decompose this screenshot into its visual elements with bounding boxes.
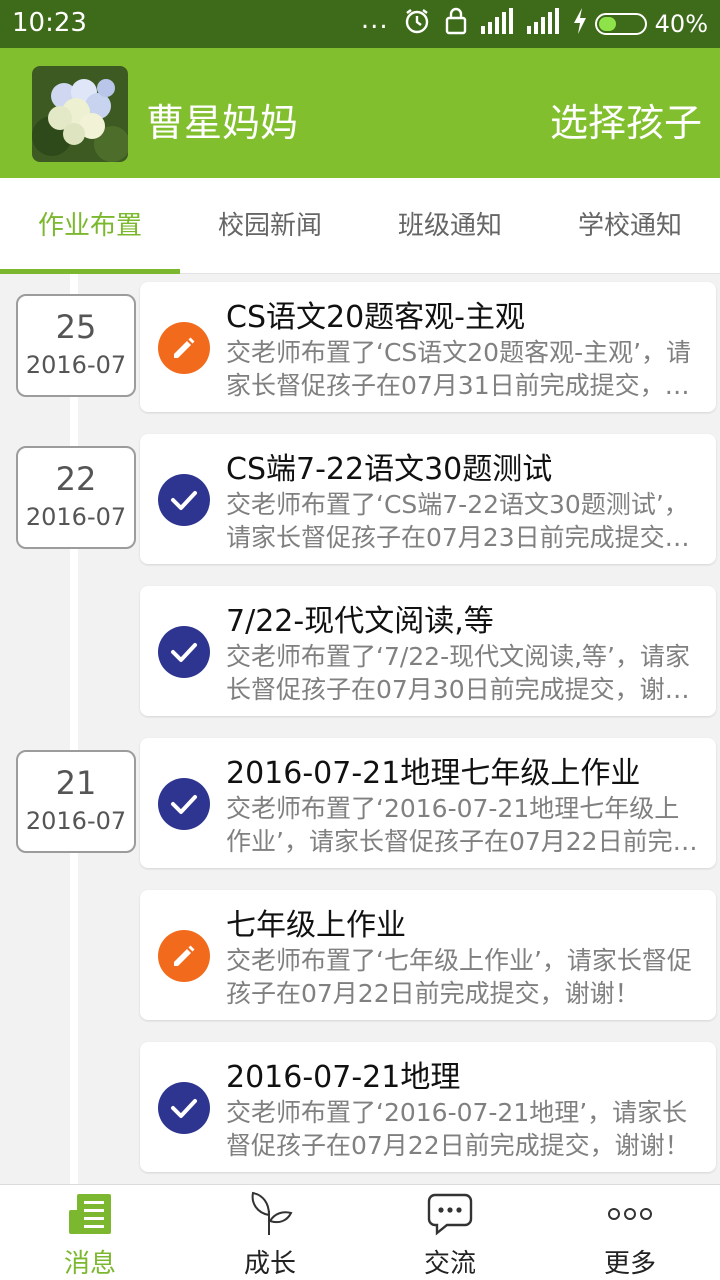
tab-bar: 作业布置 校园新闻 班级通知 学校通知 <box>0 178 720 274</box>
homework-title: 七年级上作业 <box>226 908 406 943</box>
date-day: 25 <box>55 308 97 346</box>
tab-class-notice[interactable]: 班级通知 <box>360 178 540 273</box>
more-dots-icon <box>606 1191 654 1237</box>
homework-title: 7/22-现代文阅读,等 <box>226 604 494 639</box>
avatar[interactable] <box>32 66 128 162</box>
battery-indicator: 40% <box>573 8 708 40</box>
homework-list[interactable]: 25 2016-07 22 2016-07 21 2016-07 CS语文20题… <box>0 274 720 1184</box>
date-month: 2016-07 <box>25 351 127 379</box>
homework-description: 交老师布置了‘2016-07-21地理’，请家长督促孩子在07月22日前完成提交… <box>226 1098 690 1160</box>
homework-description: 交老师布置了‘CS端7-22语文30题测试’，请家长督促孩子在07月23日前完成… <box>226 490 690 552</box>
status-bar: 10:23 ... 40% <box>0 0 720 48</box>
date-day: 22 <box>55 460 97 498</box>
homework-description: 交老师布置了‘2016-07-21地理七年级上作业’，请家长督促孩子在07月22… <box>226 794 698 856</box>
homework-card[interactable]: 2016-07-21地理七年级上作业 交老师布置了‘2016-07-21地理七年… <box>140 738 716 868</box>
status-time: 10:23 <box>12 8 87 38</box>
nav-label: 交流 <box>423 1249 476 1279</box>
select-child-button[interactable]: 选择孩子 <box>550 92 702 147</box>
alarm-icon <box>403 7 431 41</box>
tab-homework[interactable]: 作业布置 <box>0 178 180 274</box>
homework-title: CS端7-22语文30题测试 <box>226 452 553 487</box>
homework-card[interactable]: CS端7-22语文30题测试 交老师布置了‘CS端7-22语文30题测试’，请家… <box>140 434 716 564</box>
date-box: 22 2016-07 <box>16 446 136 549</box>
chat-bubble-icon <box>426 1191 474 1237</box>
homework-card[interactable]: 7/22-现代文阅读,等 交老师布置了‘7/22-现代文阅读,等’，请家长督促孩… <box>140 586 716 716</box>
battery-percent: 40% <box>654 10 708 38</box>
nav-label: 消息 <box>63 1249 116 1279</box>
status-icons: ... 40% <box>361 6 708 42</box>
charging-icon <box>573 8 587 40</box>
message-icon <box>66 1191 114 1237</box>
homework-description: 交老师布置了‘CS语文20题客观-主观’，请家长督促孩子在07月31日前完成提交… <box>226 338 692 400</box>
homework-card[interactable]: CS语文20题客观-主观 交老师布置了‘CS语文20题客观-主观’，请家长督促孩… <box>140 282 716 412</box>
date-day: 21 <box>55 764 97 802</box>
nav-growth[interactable]: 成长 <box>180 1185 360 1280</box>
date-box: 25 2016-07 <box>16 294 136 397</box>
timeline-line <box>70 274 78 1184</box>
tab-campus-news[interactable]: 校园新闻 <box>180 178 360 273</box>
signal-icon <box>526 8 559 40</box>
check-icon <box>158 1082 210 1134</box>
pencil-icon <box>158 930 210 982</box>
date-month: 2016-07 <box>25 503 127 531</box>
nav-chat[interactable]: 交流 <box>360 1185 540 1280</box>
homework-card[interactable]: 2016-07-21地理 交老师布置了‘2016-07-21地理’，请家长督促孩… <box>140 1042 716 1172</box>
app-header: 曹星妈妈 选择孩子 <box>0 48 720 178</box>
battery-icon <box>594 13 647 35</box>
check-icon <box>158 626 210 678</box>
page-title: 曹星妈妈 <box>146 101 299 145</box>
date-box: 21 2016-07 <box>16 750 136 853</box>
lock-icon <box>445 7 467 41</box>
bottom-nav: 消息 成长 交流 更多 <box>0 1184 720 1280</box>
homework-title: 2016-07-21地理 <box>226 1060 461 1095</box>
homework-title: 2016-07-21地理七年级上作业 <box>226 756 641 791</box>
sprout-icon <box>246 1191 294 1237</box>
homework-description: 交老师布置了‘七年级上作业’，请家长督促孩子在07月22日前完成提交，谢谢！ <box>226 946 692 1008</box>
check-icon <box>158 778 210 830</box>
tab-school-notice[interactable]: 学校通知 <box>540 178 720 273</box>
notification-dots: ... <box>360 5 389 35</box>
nav-more[interactable]: 更多 <box>540 1185 720 1280</box>
signal-icon <box>480 8 513 40</box>
homework-description: 交老师布置了‘7/22-现代文阅读,等’，请家长督促孩子在07月30日前完成提交… <box>226 642 691 704</box>
check-icon <box>158 474 210 526</box>
date-month: 2016-07 <box>25 807 127 835</box>
pencil-icon <box>158 322 210 374</box>
nav-label: 成长 <box>243 1249 296 1279</box>
nav-messages[interactable]: 消息 <box>0 1185 180 1280</box>
homework-card[interactable]: 七年级上作业 交老师布置了‘七年级上作业’，请家长督促孩子在07月22日前完成提… <box>140 890 716 1020</box>
nav-label: 更多 <box>603 1249 656 1279</box>
homework-title: CS语文20题客观-主观 <box>226 300 525 335</box>
